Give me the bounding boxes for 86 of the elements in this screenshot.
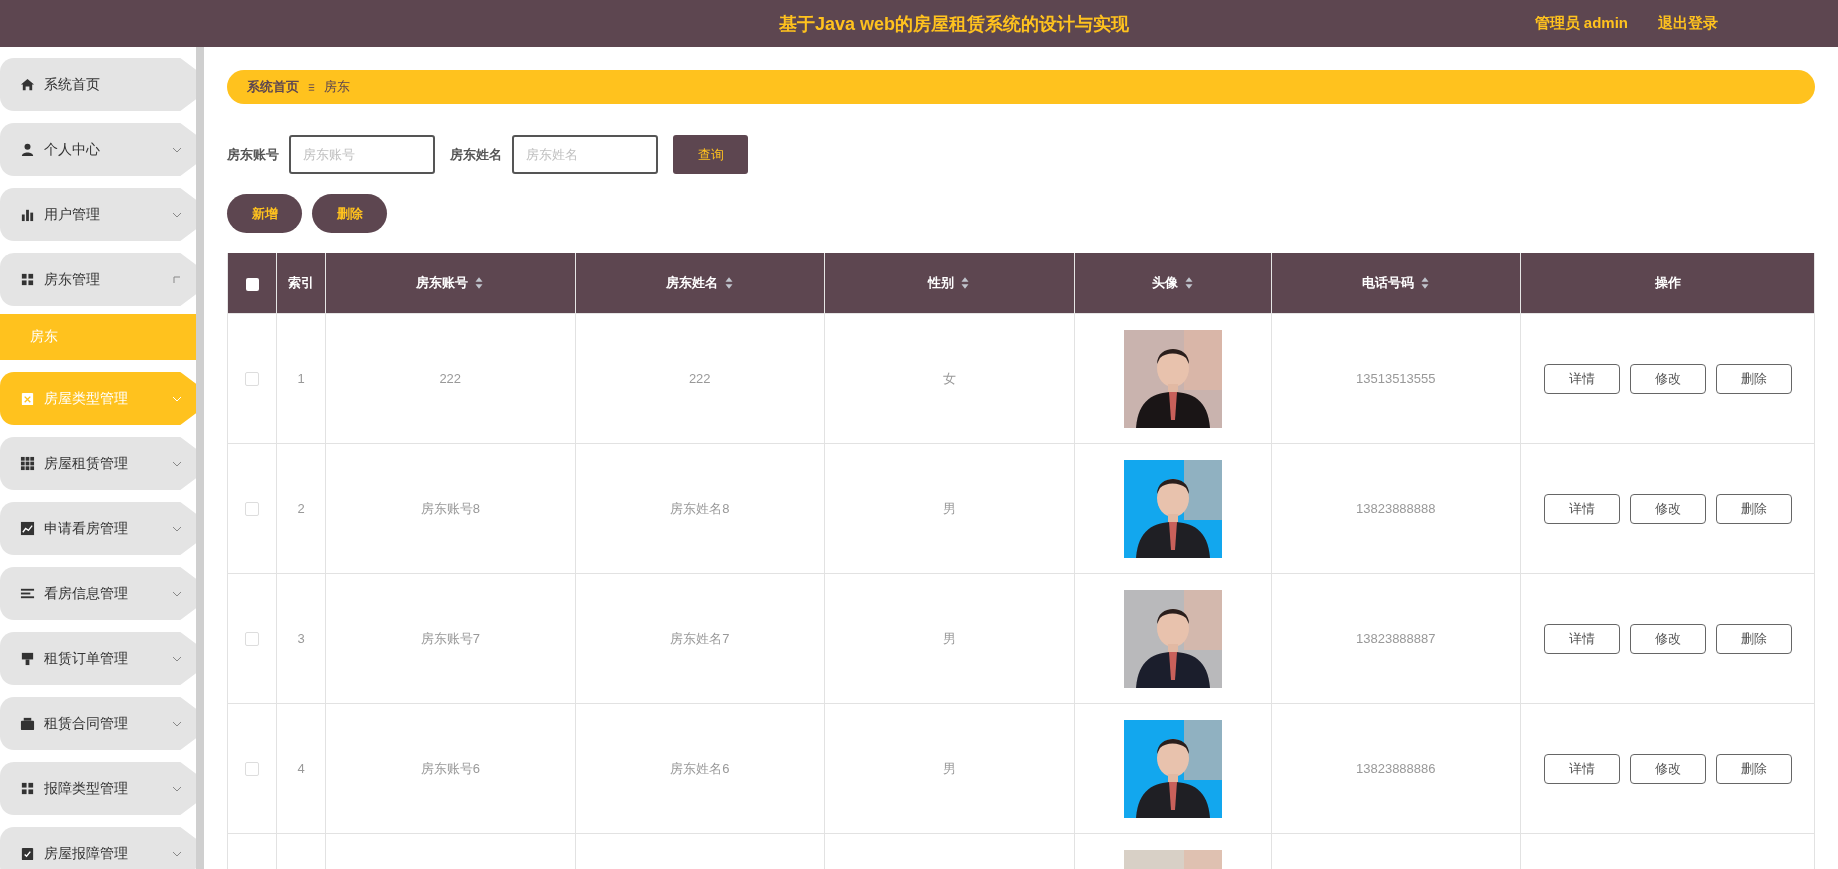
separator-icon <box>307 82 316 92</box>
sort-icon[interactable] <box>1183 276 1194 290</box>
table-cell: 男 <box>942 630 956 646</box>
sidebar-item[interactable]: 房东管理 <box>0 253 196 306</box>
column-header[interactable]: 房东账号 <box>325 253 575 314</box>
table-cell: 女 <box>942 370 956 386</box>
grid-icon <box>20 781 35 796</box>
edit-button[interactable]: 修改 <box>1629 623 1706 654</box>
row-checkbox[interactable] <box>245 762 259 777</box>
sidebar-item[interactable]: 报障类型管理 <box>0 762 196 815</box>
column-header[interactable]: 索引 <box>276 253 326 314</box>
table-cell: 13823888886 <box>1356 761 1436 776</box>
table-cell: 4 <box>297 761 305 776</box>
column-header[interactable]: 性别 <box>824 253 1074 314</box>
column-header[interactable]: 操作 <box>1520 253 1815 314</box>
table-cell: 222 <box>439 371 462 386</box>
sidebar-item[interactable]: 系统首页 <box>0 58 196 111</box>
edit-button[interactable]: 修改 <box>1629 493 1706 524</box>
breadcrumb-link[interactable]: 系统首页 <box>247 78 299 96</box>
grid-icon <box>20 456 35 471</box>
sort-icon[interactable] <box>723 276 734 290</box>
row-checkbox[interactable] <box>245 372 259 387</box>
table-cell: 房东姓名6 <box>670 760 730 776</box>
column-header[interactable]: 电话号码 <box>1271 253 1521 314</box>
sidebar-item[interactable]: 租赁订单管理 <box>0 632 196 685</box>
delete-button[interactable]: 删除 <box>1715 753 1792 784</box>
sidebar-item[interactable]: 申请看房管理 <box>0 502 196 555</box>
search-field[interactable]: 房东账号 <box>289 135 435 174</box>
table-cell: 房东姓名7 <box>670 630 730 646</box>
home-icon <box>20 77 35 92</box>
line-chart-icon <box>20 521 35 536</box>
delete-button[interactable]: 删除 <box>312 194 387 233</box>
sidebar-item[interactable]: 房屋报障管理 <box>0 827 196 869</box>
wallet-icon <box>20 716 35 731</box>
details-button[interactable]: 详情 <box>1543 363 1620 394</box>
grid-icon <box>20 272 35 287</box>
table-cell: 男 <box>942 760 956 776</box>
add-button[interactable]: 新增 <box>227 194 302 233</box>
sidebar-item[interactable]: 租赁合同管理 <box>0 697 196 750</box>
details-button[interactable]: 详情 <box>1543 623 1620 654</box>
bar-chart-icon <box>20 207 35 222</box>
table-cell: 2 <box>297 501 305 516</box>
table-cell: 男 <box>942 500 956 516</box>
field-label: 房东账号 <box>227 145 279 164</box>
clipboard-icon <box>20 391 35 406</box>
table-cell: 13823888887 <box>1356 631 1436 646</box>
table-cell: 房东账号8 <box>420 500 480 516</box>
user-icon <box>20 142 35 157</box>
breadcrumb-link[interactable]: 房东 <box>324 78 350 96</box>
stamp-icon <box>20 651 35 666</box>
details-button[interactable]: 详情 <box>1543 493 1620 524</box>
sort-icon[interactable] <box>474 276 485 290</box>
table-cell: 222 <box>688 371 711 386</box>
select-all-checkbox[interactable] <box>245 277 259 291</box>
admin-label: 管理员 admin <box>1534 14 1628 33</box>
app-title: 基于Java web的房屋租赁系统的设计与实现 <box>778 12 1130 36</box>
edit-button[interactable]: 修改 <box>1629 363 1706 394</box>
column-header[interactable]: 房东姓名 <box>575 253 825 314</box>
row-checkbox[interactable] <box>245 632 259 647</box>
table-cell: 13513513555 <box>1356 371 1436 386</box>
sidebar-item[interactable]: 房屋租赁管理 <box>0 437 196 490</box>
sort-icon[interactable] <box>1419 276 1430 290</box>
delete-button[interactable]: 删除 <box>1715 623 1792 654</box>
edit-button[interactable]: 修改 <box>1629 753 1706 784</box>
chevron-icon <box>172 274 182 285</box>
table-cell: 房东账号7 <box>420 630 480 646</box>
table-cell: 房东账号6 <box>420 760 480 776</box>
table-cell: 1 <box>297 371 305 386</box>
logout-link[interactable]: 退出登录 <box>1658 14 1718 33</box>
sidebar-item[interactable]: 个人中心 <box>0 123 196 176</box>
query-button[interactable]: 查询 <box>673 135 748 174</box>
delete-button[interactable]: 删除 <box>1715 363 1792 394</box>
table-cell: 3 <box>297 631 305 646</box>
search-field[interactable]: 房东姓名 <box>512 135 658 174</box>
field-label: 房东姓名 <box>450 145 502 164</box>
details-button[interactable]: 详情 <box>1543 753 1620 784</box>
sidebar-item[interactable]: 用户管理 <box>0 188 196 241</box>
table-cell: 房东姓名8 <box>670 500 730 516</box>
column-header[interactable]: 头像 <box>1074 253 1271 314</box>
table-cell: 13823888888 <box>1356 501 1436 516</box>
sidebar-item[interactable]: 看房信息管理 <box>0 567 196 620</box>
delete-button[interactable]: 删除 <box>1715 493 1792 524</box>
row-checkbox[interactable] <box>245 502 259 517</box>
list-icon <box>20 586 35 601</box>
clipboard-check-icon <box>20 846 35 861</box>
sort-icon[interactable] <box>960 276 971 290</box>
